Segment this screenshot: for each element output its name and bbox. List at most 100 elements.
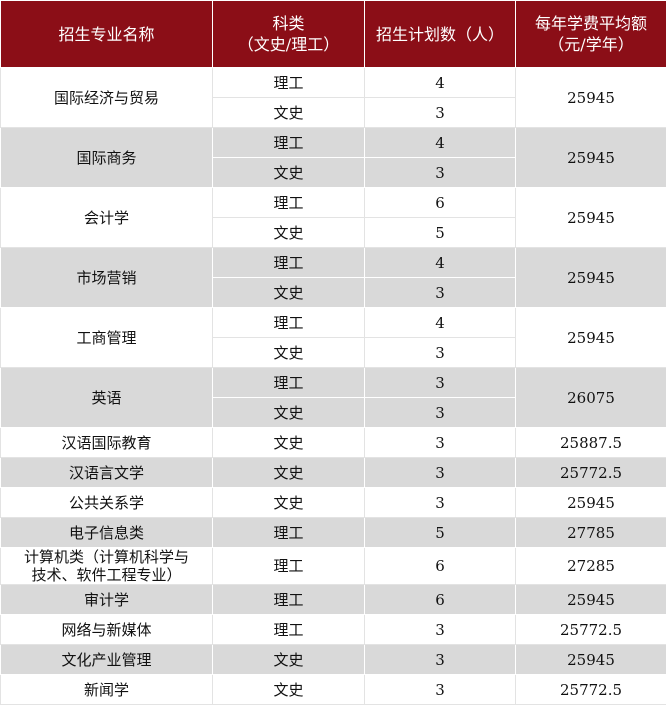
header-major: 招生专业名称 [0,0,213,68]
header-row: 招生专业名称 科类 （文史/理工） 招生计划数（人） 每年学费平均额 （元/学年… [0,0,666,68]
header-fee-line2: （元/学年） [548,35,634,54]
category-cell: 文史 [212,277,365,308]
fee-cell: 25945 [515,187,666,248]
plan-count-cell: 6 [364,547,516,585]
category-cell: 文史 [212,427,365,458]
fee-cell: 25772.5 [515,674,666,705]
category-cell: 文史 [212,97,365,128]
category-cell: 文史 [212,157,365,188]
major-name: 新闻学 [0,674,213,705]
major-name: 审计学 [0,584,213,615]
plan-count-cell: 3 [364,337,516,368]
table-row: 审计学 理工 6 25945 [0,584,666,615]
fee-cell: 25945 [515,307,666,368]
plan-count-cell: 3 [364,427,516,458]
table-row: 汉语国际教育 文史 3 25887.5 [0,427,666,458]
plan-count-cell: 5 [364,217,516,248]
plan-count-cell: 4 [364,307,516,338]
category-cell: 文史 [212,674,365,705]
table-row: 新闻学 文史 3 25772.5 [0,674,666,705]
plan-count-cell: 3 [364,487,516,518]
major-name: 汉语国际教育 [0,427,213,458]
plan-count-cell: 3 [364,674,516,705]
table-row: 国际经济与贸易 理工 4 25945 [0,67,666,128]
category-cell: 理工 [212,67,365,98]
major-name: 市场营销 [0,247,213,308]
plan-count-cell: 3 [364,157,516,188]
fee-cell: 25945 [515,487,666,518]
major-name: 公共关系学 [0,487,213,518]
category-cell: 文史 [212,337,365,368]
header-category-line2: （文史/理工） [237,35,340,54]
plan-count-cell: 4 [364,247,516,278]
fee-cell: 25945 [515,127,666,188]
plan-count-cell: 5 [364,517,516,548]
table-row: 国际商务 理工 4 25945 [0,127,666,188]
fee-cell: 25772.5 [515,457,666,488]
fee-cell: 25945 [515,644,666,675]
major-name: 国际商务 [0,127,213,188]
category-cell: 文史 [212,397,365,428]
plan-count-cell: 3 [364,97,516,128]
major-name: 计算机类（计算机科学与 技术、软件工程专业） [0,547,213,585]
major-name: 会计学 [0,187,213,248]
major-name-line2: 技术、软件工程专业） [31,566,182,584]
fee-cell: 25945 [515,67,666,128]
major-name: 文化产业管理 [0,644,213,675]
header-category-line1: 科类 [272,14,305,33]
category-cell: 文史 [212,644,365,675]
table-row: 会计学 理工 6 25945 [0,187,666,248]
table-row: 网络与新媒体 理工 3 25772.5 [0,614,666,645]
major-name: 电子信息类 [0,517,213,548]
plan-count-cell: 3 [364,457,516,488]
header-plan: 招生计划数（人） [364,0,516,68]
category-cell: 文史 [212,487,365,518]
header-fee: 每年学费平均额 （元/学年） [515,0,666,68]
major-name: 英语 [0,367,213,428]
header-fee-line1: 每年学费平均额 [534,14,647,33]
category-cell: 理工 [212,367,365,398]
category-cell: 理工 [212,127,365,158]
plan-count-cell: 3 [364,644,516,675]
plan-count-cell: 3 [364,397,516,428]
table-row: 计算机类（计算机科学与 技术、软件工程专业） 理工 6 27285 [0,547,666,585]
fee-cell: 25772.5 [515,614,666,645]
category-cell: 理工 [212,187,365,218]
plan-count-cell: 4 [364,67,516,98]
category-cell: 理工 [212,247,365,278]
plan-count-cell: 6 [364,584,516,615]
category-cell: 理工 [212,517,365,548]
fee-cell: 27285 [515,547,666,585]
table-row: 市场营销 理工 4 25945 [0,247,666,308]
major-name: 网络与新媒体 [0,614,213,645]
major-name: 工商管理 [0,307,213,368]
header-category: 科类 （文史/理工） [212,0,365,68]
category-cell: 文史 [212,457,365,488]
plan-count-cell: 3 [364,367,516,398]
plan-count-cell: 4 [364,127,516,158]
table-row: 汉语言文学 文史 3 25772.5 [0,457,666,488]
major-name: 汉语言文学 [0,457,213,488]
table-header: 招生专业名称 科类 （文史/理工） 招生计划数（人） 每年学费平均额 （元/学年… [0,0,666,68]
table-row: 电子信息类 理工 5 27785 [0,517,666,548]
major-name: 国际经济与贸易 [0,67,213,128]
category-cell: 理工 [212,584,365,615]
enrollment-plan-table: 招生专业名称 科类 （文史/理工） 招生计划数（人） 每年学费平均额 （元/学年… [0,0,666,705]
fee-cell: 27785 [515,517,666,548]
category-cell: 理工 [212,547,365,585]
table-row: 英语 理工 3 26075 [0,367,666,428]
plan-count-cell: 3 [364,277,516,308]
table-body: 国际经济与贸易 理工 4 25945 文史 3 国际商务 理工 4 25945 … [0,67,666,705]
plan-count-cell: 6 [364,187,516,218]
table-row: 文化产业管理 文史 3 25945 [0,644,666,675]
table-row: 公共关系学 文史 3 25945 [0,487,666,518]
fee-cell: 25945 [515,247,666,308]
category-cell: 理工 [212,307,365,338]
table-row: 工商管理 理工 4 25945 [0,307,666,368]
category-cell: 文史 [212,217,365,248]
category-cell: 理工 [212,614,365,645]
plan-count-cell: 3 [364,614,516,645]
major-name-line1: 计算机类（计算机科学与 [23,548,189,566]
fee-cell: 26075 [515,367,666,428]
fee-cell: 25945 [515,584,666,615]
